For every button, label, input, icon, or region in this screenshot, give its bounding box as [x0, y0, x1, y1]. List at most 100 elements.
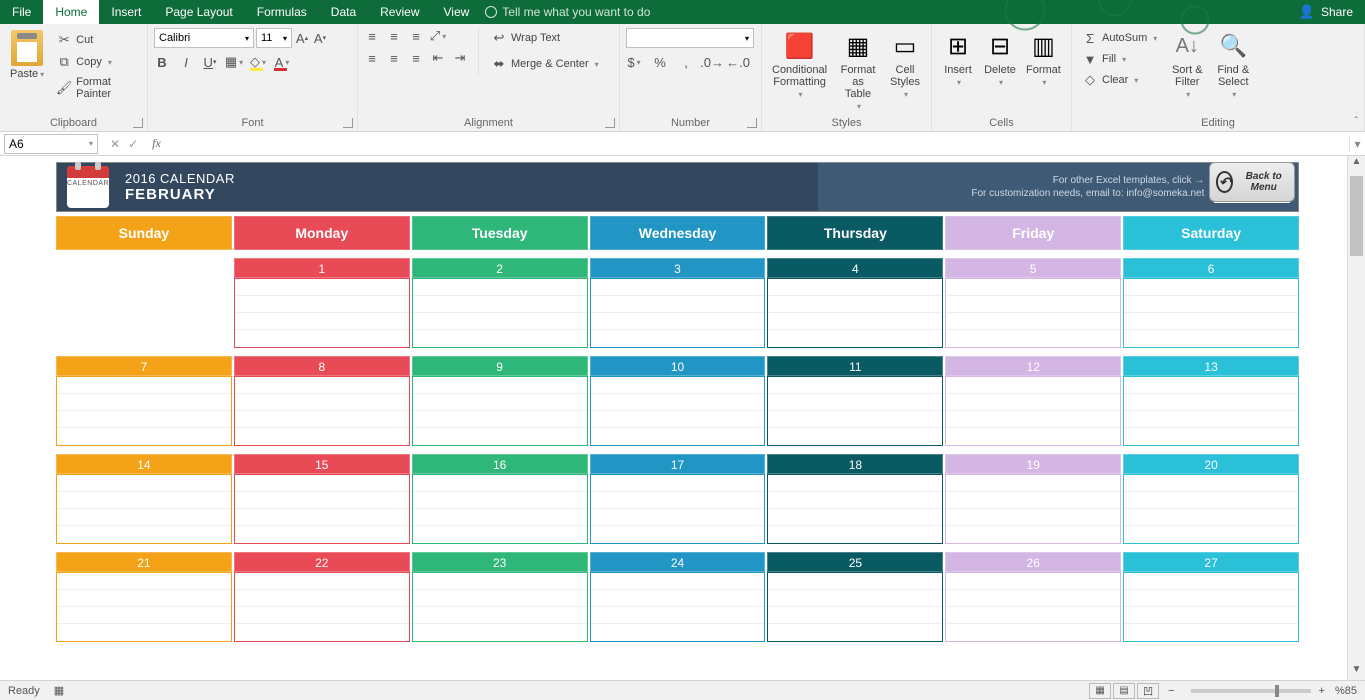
font-name-select[interactable]: Calibri▾: [154, 28, 254, 48]
dialog-launcher-icon[interactable]: [747, 118, 757, 128]
day-slots[interactable]: [1123, 278, 1299, 348]
grow-font-icon[interactable]: A▴: [294, 30, 310, 46]
day-slots[interactable]: [56, 376, 232, 446]
accounting-format-icon[interactable]: $: [626, 54, 642, 70]
day-slots[interactable]: [56, 474, 232, 544]
name-box[interactable]: A6▾: [4, 134, 98, 154]
tab-formulas[interactable]: Formulas: [245, 0, 319, 24]
insert-cells-button[interactable]: ⊞Insert: [938, 28, 978, 89]
zoom-out-button[interactable]: −: [1168, 685, 1174, 697]
day-cell[interactable]: 24: [590, 552, 766, 642]
tab-insert[interactable]: Insert: [99, 0, 153, 24]
day-cell[interactable]: 25: [767, 552, 943, 642]
day-cell[interactable]: 3: [590, 258, 766, 348]
find-select-button[interactable]: 🔍Find & Select: [1213, 28, 1253, 101]
day-cell[interactable]: 1: [234, 258, 410, 348]
clear-button[interactable]: ◇Clear: [1078, 70, 1161, 90]
scroll-down-icon[interactable]: ▼: [1348, 664, 1365, 680]
zoom-level[interactable]: %85: [1335, 685, 1357, 697]
day-slots[interactable]: [590, 572, 766, 642]
zoom-slider[interactable]: [1191, 689, 1311, 693]
day-slots[interactable]: [1123, 572, 1299, 642]
day-slots[interactable]: [767, 376, 943, 446]
paste-button[interactable]: Paste: [6, 28, 48, 113]
view-page-layout-button[interactable]: ▤: [1113, 683, 1135, 699]
font-size-select[interactable]: 11▾: [256, 28, 292, 48]
day-cell[interactable]: 27: [1123, 552, 1299, 642]
copy-button[interactable]: ⧉Copy: [52, 52, 141, 72]
font-color-button[interactable]: A: [274, 54, 290, 70]
fx-icon[interactable]: fx: [152, 136, 161, 151]
tab-file[interactable]: File: [0, 0, 43, 24]
border-button[interactable]: ▦: [226, 54, 242, 70]
day-cell[interactable]: 14: [56, 454, 232, 544]
indent-increase-icon[interactable]: ⇥: [452, 50, 468, 66]
expand-formula-bar-icon[interactable]: ▾: [1349, 137, 1365, 151]
tab-data[interactable]: Data: [319, 0, 368, 24]
align-middle-icon[interactable]: ≡: [386, 28, 402, 44]
indent-decrease-icon[interactable]: ⇤: [430, 50, 446, 66]
align-center-icon[interactable]: ≡: [386, 50, 402, 66]
day-cell[interactable]: 11: [767, 356, 943, 446]
day-slots[interactable]: [590, 278, 766, 348]
tab-view[interactable]: View: [432, 0, 482, 24]
dialog-launcher-icon[interactable]: [343, 118, 353, 128]
day-slots[interactable]: [1123, 474, 1299, 544]
day-slots[interactable]: [234, 572, 410, 642]
day-cell[interactable]: 6: [1123, 258, 1299, 348]
enter-formula-icon[interactable]: ✓: [128, 137, 138, 151]
tab-home[interactable]: Home: [43, 0, 99, 24]
day-cell[interactable]: 18: [767, 454, 943, 544]
day-cell[interactable]: 20: [1123, 454, 1299, 544]
align-left-icon[interactable]: ≡: [364, 50, 380, 66]
day-slots[interactable]: [1123, 376, 1299, 446]
day-cell[interactable]: 26: [945, 552, 1121, 642]
day-slots[interactable]: [767, 474, 943, 544]
orientation-icon[interactable]: ⤢: [430, 28, 446, 44]
day-cell[interactable]: 16: [412, 454, 588, 544]
day-slots[interactable]: [56, 572, 232, 642]
percent-format-icon[interactable]: %: [652, 54, 668, 70]
worksheet[interactable]: CALENDAR 2016 CALENDAR FEBRUARY For othe…: [8, 156, 1347, 680]
tell-me[interactable]: Tell me what you want to do: [485, 0, 650, 24]
bold-button[interactable]: B: [154, 54, 170, 70]
day-cell[interactable]: 2: [412, 258, 588, 348]
increase-decimal-icon[interactable]: .0→: [704, 54, 720, 70]
day-cell[interactable]: [56, 258, 232, 348]
dialog-launcher-icon[interactable]: [605, 118, 615, 128]
day-slots[interactable]: [945, 474, 1121, 544]
day-slots[interactable]: [945, 376, 1121, 446]
cut-button[interactable]: ✂Cut: [52, 30, 141, 50]
share-button[interactable]: Share: [1321, 5, 1353, 19]
day-slots[interactable]: [767, 572, 943, 642]
day-cell[interactable]: 8: [234, 356, 410, 446]
day-cell[interactable]: 5: [945, 258, 1121, 348]
day-cell[interactable]: 7: [56, 356, 232, 446]
fill-button[interactable]: ▼Fill: [1078, 49, 1161, 69]
cancel-formula-icon[interactable]: ✕: [110, 137, 120, 151]
tab-page-layout[interactable]: Page Layout: [153, 0, 244, 24]
view-normal-button[interactable]: ▦: [1089, 683, 1111, 699]
decrease-decimal-icon[interactable]: ←.0: [730, 54, 746, 70]
day-slots[interactable]: [412, 376, 588, 446]
scroll-thumb[interactable]: [1350, 176, 1363, 256]
align-right-icon[interactable]: ≡: [408, 50, 424, 66]
wrap-text-button[interactable]: ↩Wrap Text: [487, 28, 603, 48]
format-as-table-button[interactable]: ▦Format as Table: [833, 28, 883, 113]
sort-filter-button[interactable]: A↓Sort & Filter: [1167, 28, 1207, 101]
day-cell[interactable]: 15: [234, 454, 410, 544]
view-page-break-button[interactable]: 凹: [1137, 683, 1159, 699]
dialog-launcher-icon[interactable]: [133, 118, 143, 128]
day-cell[interactable]: 17: [590, 454, 766, 544]
day-cell[interactable]: 9: [412, 356, 588, 446]
align-top-icon[interactable]: ≡: [364, 28, 380, 44]
fill-color-button[interactable]: ◇: [250, 54, 266, 70]
underline-button[interactable]: U▾: [202, 54, 218, 70]
templates-link-text[interactable]: For other Excel templates, click →: [971, 174, 1204, 187]
format-painter-button[interactable]: 🖌Format Painter: [52, 74, 141, 102]
back-to-menu-button[interactable]: ↶ Back to Menu: [1209, 162, 1295, 202]
align-bottom-icon[interactable]: ≡: [408, 28, 424, 44]
day-slots[interactable]: [945, 278, 1121, 348]
collapse-ribbon-icon[interactable]: ˆ: [1355, 116, 1358, 127]
merge-center-button[interactable]: ⬌Merge & Center: [487, 54, 603, 74]
